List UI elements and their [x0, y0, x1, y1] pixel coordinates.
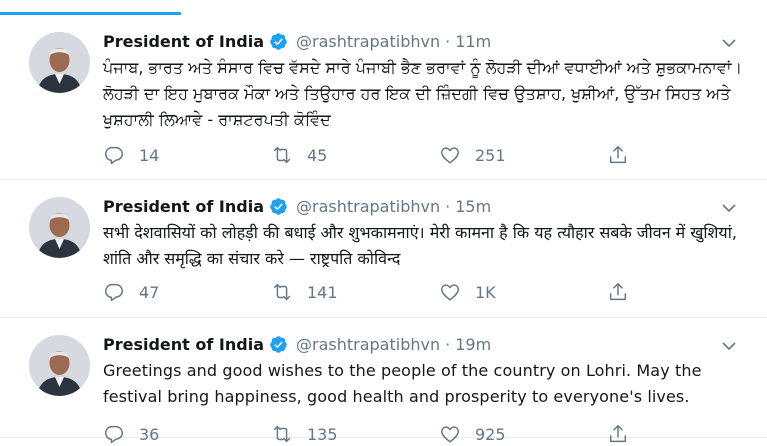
separator: · — [445, 334, 451, 354]
author-handle[interactable]: @rashtrapatibhvn — [296, 32, 440, 51]
avatar[interactable] — [29, 32, 90, 93]
retweet-icon — [273, 146, 291, 164]
like-icon — [441, 284, 459, 301]
like-count: 925 — [475, 424, 506, 444]
timestamp[interactable]: 19m — [455, 335, 491, 354]
share-button[interactable] — [607, 423, 643, 445]
tweet[interactable]: President of India @rashtrapatibhvn · 11… — [0, 15, 767, 180]
like-icon — [441, 147, 459, 164]
separator: · — [445, 196, 451, 216]
like-button[interactable]: 1K — [439, 281, 607, 303]
tweet-actions: 14 45 251 — [103, 143, 749, 167]
like-count: 251 — [475, 145, 506, 165]
like-count: 1K — [475, 282, 496, 302]
share-button[interactable] — [607, 281, 643, 303]
chevron-down-icon[interactable] — [721, 200, 737, 216]
reply-count: 36 — [139, 424, 160, 444]
separator: · — [445, 31, 451, 51]
share-icon — [609, 146, 627, 164]
author-name[interactable]: President of India — [103, 335, 264, 354]
retweet-count: 141 — [307, 282, 338, 302]
author-handle[interactable]: @rashtrapatibhvn — [296, 335, 440, 354]
tweet[interactable]: President of India @rashtrapatibhvn · 15… — [0, 180, 767, 318]
reply-count: 47 — [139, 282, 160, 302]
retweet-button[interactable]: 141 — [271, 281, 439, 303]
timestamp[interactable]: 15m — [455, 197, 491, 216]
like-button[interactable]: 251 — [439, 144, 607, 166]
reply-button[interactable]: 47 — [103, 281, 271, 303]
retweet-count: 45 — [307, 145, 328, 165]
tweet-text: सभी देशवासियों को लोहड़ी की बधाई और शुभक… — [103, 223, 737, 268]
tweet-actions: 47 141 1K — [103, 280, 749, 304]
tweet-timeline: President of India @rashtrapatibhvn · 11… — [0, 15, 767, 444]
share-icon — [609, 283, 627, 301]
like-icon — [441, 426, 459, 443]
timestamp[interactable]: 11m — [455, 32, 491, 51]
like-button[interactable]: 925 — [439, 423, 607, 445]
avatar[interactable] — [29, 197, 90, 258]
reply-count: 14 — [139, 145, 160, 165]
reply-button[interactable]: 14 — [103, 144, 271, 166]
retweet-button[interactable]: 45 — [271, 144, 439, 166]
share-button[interactable] — [607, 144, 643, 166]
author-name[interactable]: President of India — [103, 32, 264, 51]
chevron-down-icon[interactable] — [721, 35, 737, 51]
retweet-icon — [273, 283, 291, 301]
verified-badge-icon — [269, 32, 288, 51]
tweet-text: ਪੰਜਾਬ, ਭਾਰਤ ਅਤੇ ਸੰਸਾਰ ਵਿਚ ਵੱਸਦੇ ਸਾਰੇ ਪੰਜ… — [103, 58, 743, 129]
reply-button[interactable]: 36 — [103, 423, 271, 445]
share-icon — [609, 425, 627, 443]
reply-icon — [105, 283, 123, 302]
avatar[interactable] — [29, 335, 90, 396]
retweet-count: 135 — [307, 424, 338, 444]
tweet[interactable]: President of India @rashtrapatibhvn · 19… — [0, 318, 767, 444]
tweet-text: Greetings and good wishes to the people … — [103, 361, 702, 406]
reply-icon — [105, 146, 123, 165]
verified-badge-icon — [269, 335, 288, 354]
reply-icon — [105, 425, 123, 444]
chevron-down-icon[interactable] — [721, 338, 737, 354]
author-name[interactable]: President of India — [103, 197, 264, 216]
author-handle[interactable]: @rashtrapatibhvn — [296, 197, 440, 216]
retweet-button[interactable]: 135 — [271, 423, 439, 445]
retweet-icon — [273, 425, 291, 443]
verified-badge-icon — [269, 197, 288, 216]
tweet-actions: 36 135 925 — [103, 422, 749, 446]
